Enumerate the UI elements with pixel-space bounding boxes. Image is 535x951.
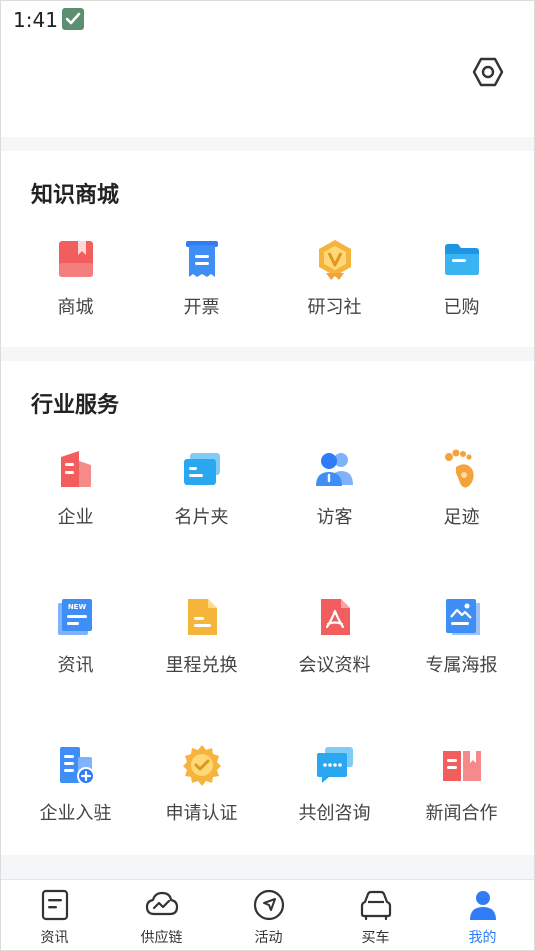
open-book-icon (442, 749, 481, 781)
receipt-icon (185, 241, 218, 277)
grid-item-enterprise-join[interactable]: 企业入驻 (9, 743, 142, 863)
bookmark-book-icon (58, 241, 93, 277)
vip-badge-icon (318, 240, 351, 280)
footprint-icon (444, 449, 474, 488)
pdf-file-icon (320, 599, 350, 635)
grid-item-label: 共创咨询 (298, 803, 371, 824)
svg-text:NEW: NEW (67, 603, 86, 611)
grid-item-footprint[interactable]: 足迹 (395, 447, 528, 567)
grid-item-label: 企业入驻 (39, 803, 112, 824)
grid-item-label: 商城 (57, 297, 94, 318)
status-bar: 1:41 (1, 1, 534, 37)
news-icon: NEW (57, 599, 92, 635)
chat-bubbles-icon (316, 747, 353, 783)
cloud-chart-icon (145, 891, 178, 916)
grid-item-label: 足迹 (443, 507, 480, 528)
certified-badge-icon (182, 745, 221, 786)
document-icon (187, 599, 217, 635)
grid-item-label: 企业 (57, 507, 94, 528)
grid-item-invoice[interactable]: 开票 (135, 237, 268, 357)
tab-mine[interactable]: 我的 (429, 880, 534, 950)
grid-item-study-club[interactable]: 研习社 (268, 237, 401, 357)
building-add-icon (59, 747, 95, 785)
news-tab-icon (41, 889, 68, 921)
section-divider (1, 347, 534, 361)
card-holder-icon (183, 453, 220, 485)
user-icon (469, 891, 496, 920)
tab-activities[interactable]: 活动 (215, 880, 322, 950)
grid-item-label: 新闻合作 (425, 803, 498, 824)
grid-item-label: 专属海报 (425, 655, 498, 676)
section-title-industry-services: 行业服务 (31, 393, 120, 418)
tab-label: 资讯 (40, 930, 69, 946)
grid-item-meeting-materials[interactable]: 会议资料 (268, 595, 401, 715)
grid-item-apply-certification[interactable]: 申请认证 (135, 743, 268, 863)
bottom-tab-bar: 资讯 供应链 活动 买车 我的 (1, 879, 534, 950)
tab-label: 我的 (468, 930, 497, 946)
grid-item-label: 里程兑换 (165, 655, 238, 676)
check-icon (62, 8, 84, 30)
grid-item-card-holder[interactable]: 名片夹 (135, 447, 268, 567)
grid-item-mileage-exchange[interactable]: 里程兑换 (135, 595, 268, 715)
grid-item-label: 名片夹 (174, 507, 229, 528)
grid-item-label: 会议资料 (298, 655, 371, 676)
grid-item-news-cooperation[interactable]: 新闻合作 (395, 743, 528, 863)
grid-item-co-creation-consult[interactable]: 共创咨询 (268, 743, 401, 863)
tab-supply-chain[interactable]: 供应链 (108, 880, 215, 950)
car-icon (360, 890, 391, 921)
grid-item-visitors[interactable]: 访客 (268, 447, 401, 567)
section-title-knowledge-mall: 知识商城 (31, 183, 120, 208)
grid-item-label: 访客 (316, 507, 353, 528)
tab-news[interactable]: 资讯 (1, 880, 108, 950)
tab-label: 供应链 (140, 930, 183, 946)
tab-buy-car[interactable]: 买车 (322, 880, 429, 950)
building-icon (60, 451, 91, 487)
grid-item-exclusive-poster[interactable]: 专属海报 (395, 595, 528, 715)
tab-label: 买车 (361, 930, 390, 946)
grid-item-purchased[interactable]: 已购 (395, 237, 528, 357)
grid-item-mall[interactable]: 商城 (9, 237, 142, 357)
grid-item-label: 申请认证 (165, 803, 238, 824)
grid-item-enterprise[interactable]: 企业 (9, 447, 142, 567)
top-bar (1, 37, 534, 137)
settings-button[interactable] (471, 55, 505, 89)
grid-item-label: 资讯 (57, 655, 94, 676)
visitors-icon (315, 453, 353, 486)
poster-icon (445, 599, 480, 635)
grid-item-label: 研习社 (307, 297, 362, 318)
section-divider (1, 855, 534, 879)
grid-item-label: 开票 (183, 297, 220, 318)
hexagon-settings-icon (472, 57, 504, 87)
section-divider (1, 137, 534, 151)
compass-icon (253, 889, 284, 921)
grid-item-label: 已购 (443, 297, 480, 318)
tab-label: 活动 (254, 930, 283, 946)
app-screen: 1:41 知识商城 商城 开票 研习社 已购 行业服务 企业 名片夹 访客 足迹… (0, 0, 535, 951)
grid-item-news[interactable]: NEW 资讯 (9, 595, 142, 715)
status-time: 1:41 (13, 8, 58, 32)
folder-icon (444, 244, 479, 275)
